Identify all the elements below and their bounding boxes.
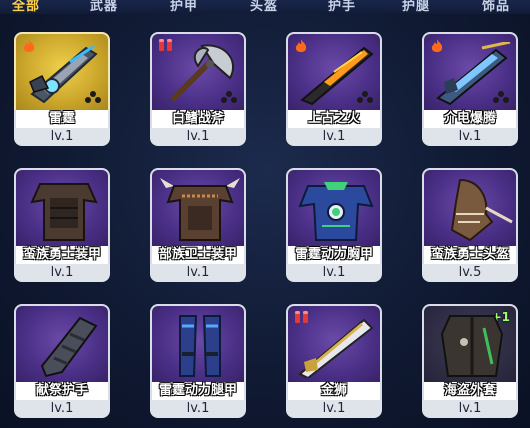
item-card[interactable]: 白鳍战斧 lv.1 [150,32,246,146]
gauntlet-icon [40,316,98,378]
item-name: 蛮族勇士头盔 [422,246,518,264]
slot-dots-icon [85,91,101,103]
item-level: lv.1 [286,400,382,418]
slot-dots-icon [357,91,373,103]
slot-dots-icon [221,91,237,103]
item-card[interactable]: 上古之火 lv.1 [286,32,382,146]
item-card[interactable]: 蛮族勇士装甲 lv.1 [14,168,110,282]
lion-rifle-icon [298,318,374,378]
item-art: +1 [422,304,518,382]
item-level: lv.1 [422,128,518,146]
tab-armor[interactable]: 护甲 [170,0,198,14]
item-art [286,168,382,246]
item-card[interactable]: 介电爆腾 lv.1 [422,32,518,146]
item-name: 蛮族勇士装甲 [14,246,110,264]
item-level: lv.1 [286,128,382,146]
item-art [422,168,518,246]
item-name: 上古之火 [286,110,382,128]
item-art [14,304,110,382]
tab-accessories[interactable]: 饰品 [482,0,510,14]
item-art [14,168,110,246]
item-card[interactable]: +1 海盗外套 lv.1 [422,304,518,418]
item-card[interactable]: 雷霆 lv.1 [14,32,110,146]
item-art [150,32,246,110]
item-card[interactable]: 部族卫士装甲 lv.1 [150,168,246,282]
item-name: 雷霆动力胸甲 [286,246,382,264]
item-art [150,304,246,382]
item-level: lv.1 [14,264,110,282]
tab-leggings[interactable]: 护腿 [402,0,430,14]
item-name: 白鳍战斧 [150,110,246,128]
item-card[interactable]: 蛮族勇士头盔 lv.5 [422,168,518,282]
item-name: 海盗外套 [422,382,518,400]
item-card[interactable]: 金狮 lv.1 [286,304,382,418]
leather-armor-icon [30,183,98,241]
item-level: lv.1 [14,128,110,146]
item-level: lv.1 [150,264,246,282]
item-name: 献祭护手 [14,382,110,400]
item-name: 介电爆腾 [422,110,518,128]
item-art [150,168,246,246]
tab-gauntlets[interactable]: 护手 [328,0,356,14]
power-chestplate-icon [298,182,374,241]
item-level: lv.1 [14,400,110,418]
item-level: lv.1 [150,400,246,418]
category-tab-bar: 全部 武器 护甲 头盔 护手 护腿 饰品 [0,0,530,14]
item-art [286,32,382,110]
item-card[interactable]: 献祭护手 lv.1 [14,304,110,418]
item-name: 部族卫士装甲 [150,246,246,264]
item-level: lv.1 [286,264,382,282]
pirate-coat-icon [440,315,504,377]
item-name: 金狮 [286,382,382,400]
item-card[interactable]: 雷霆动力胸甲 lv.1 [286,168,382,282]
item-art [14,32,110,110]
item-art [286,304,382,382]
item-name: 雷霆动力腿甲 [150,382,246,400]
spiked-armor-icon [160,178,240,241]
slot-dots-icon [493,91,509,103]
item-level: lv.1 [422,400,518,418]
power-leggings-icon [179,315,221,377]
tab-weapons[interactable]: 武器 [90,0,118,14]
tab-all[interactable]: 全部 [12,0,40,14]
item-card[interactable]: 雷霆动力腿甲 lv.1 [150,304,246,418]
leather-helmet-icon [450,178,513,242]
item-name: 雷霆 [14,110,110,128]
item-level: lv.1 [150,128,246,146]
item-level: lv.5 [422,264,518,282]
tab-helmet[interactable]: 头盔 [250,0,278,14]
item-art [422,32,518,110]
